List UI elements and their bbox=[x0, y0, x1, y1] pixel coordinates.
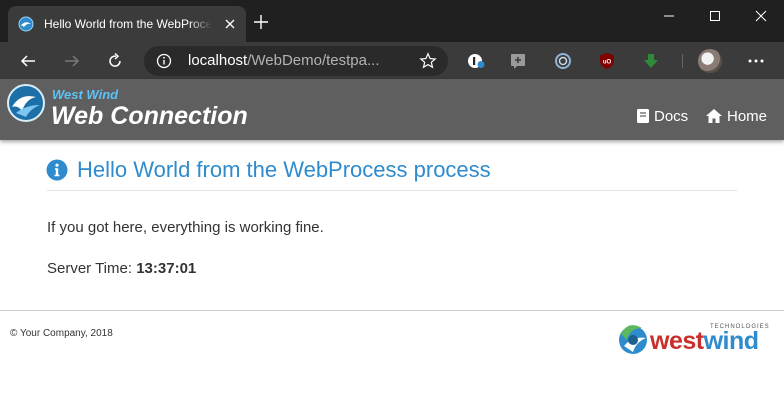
server-time-label: Server Time: bbox=[47, 260, 133, 277]
status-message: If you got here, everything is working f… bbox=[47, 219, 324, 236]
west-wind-footer-logo[interactable]: westwind TECHNOLOGIES bbox=[616, 320, 774, 358]
heading-divider bbox=[47, 190, 737, 191]
nav-docs-label: Docs bbox=[654, 107, 689, 125]
more-dots-icon bbox=[748, 59, 764, 63]
footer-logo-wordmark: westwind bbox=[650, 326, 759, 356]
close-tab-icon[interactable] bbox=[222, 16, 238, 32]
note-extension[interactable] bbox=[508, 51, 528, 71]
download-arrow-icon bbox=[644, 54, 658, 68]
tab-title: Hello World from the WebProcess process bbox=[44, 17, 212, 31]
lastpass-extension[interactable] bbox=[466, 51, 486, 71]
footer-copyright: © Your Company, 2018 bbox=[10, 328, 113, 339]
svg-text:uO: uO bbox=[603, 60, 612, 66]
browser-toolbar: localhost/WebDemo/testpa... uO bbox=[0, 42, 784, 79]
info-circle-icon bbox=[46, 159, 68, 181]
ublock-icon: uO bbox=[600, 53, 614, 69]
refresh-icon bbox=[109, 52, 121, 67]
back-arrow-icon bbox=[20, 55, 35, 67]
forward-arrow-icon bbox=[65, 55, 80, 67]
minimize-button[interactable] bbox=[646, 0, 692, 32]
circle-extension-icon bbox=[555, 53, 571, 69]
footer-logo-west: west bbox=[650, 327, 704, 355]
book-icon bbox=[637, 109, 649, 123]
close-icon bbox=[755, 10, 767, 22]
page-title: Hello World from the WebProcess process bbox=[77, 157, 491, 182]
address-bar[interactable]: localhost/WebDemo/testpa... bbox=[144, 46, 448, 76]
server-time-line: Server Time: 13:37:01 bbox=[47, 260, 196, 278]
server-time-value: 13:37:01 bbox=[136, 260, 197, 277]
nav-docs-link[interactable]: Docs bbox=[636, 107, 688, 125]
home-icon bbox=[706, 109, 722, 123]
minimize-icon bbox=[664, 15, 674, 17]
address-host: localhost bbox=[188, 52, 248, 69]
west-wind-globe-logo-icon[interactable] bbox=[6, 83, 46, 123]
west-wind-favicon-icon bbox=[18, 16, 34, 32]
toolbar-separator bbox=[682, 54, 683, 68]
lastpass-icon bbox=[468, 54, 485, 68]
close-window-button[interactable] bbox=[738, 0, 784, 32]
footer-logo-wind: wind bbox=[703, 327, 759, 355]
brand-title[interactable]: Web Connection bbox=[51, 101, 248, 131]
site-header: West Wind Web Connection Docs Home bbox=[0, 79, 784, 140]
west-wind-swirl-logo-icon bbox=[619, 325, 647, 354]
ublock-extension[interactable]: uO bbox=[597, 51, 617, 71]
maximize-icon bbox=[710, 11, 720, 21]
browser-titlebar: Hello World from the WebProcess process bbox=[0, 0, 784, 42]
site-info-icon[interactable] bbox=[156, 53, 172, 69]
refresh-button[interactable] bbox=[101, 47, 129, 75]
sticky-note-icon bbox=[511, 54, 525, 69]
forward-button[interactable] bbox=[58, 47, 86, 75]
circle-extension[interactable] bbox=[553, 51, 573, 71]
favorite-star-icon[interactable] bbox=[419, 52, 437, 70]
browser-tab[interactable]: Hello World from the WebProcess process bbox=[8, 6, 246, 42]
maximize-button[interactable] bbox=[692, 0, 738, 32]
brand-subtitle[interactable]: West Wind bbox=[52, 87, 118, 102]
page-heading: Hello World from the WebProcess process bbox=[46, 156, 491, 184]
address-url[interactable]: localhost/WebDemo/testpa... bbox=[188, 52, 408, 70]
new-tab-icon[interactable] bbox=[252, 13, 270, 31]
address-path: /WebDemo/testpa... bbox=[247, 52, 380, 69]
footer-divider bbox=[0, 310, 784, 311]
footer-logo-tagline: TECHNOLOGIES bbox=[710, 324, 770, 330]
settings-menu-button[interactable] bbox=[746, 51, 766, 71]
download-extension[interactable] bbox=[641, 51, 661, 71]
nav-home-label: Home bbox=[727, 107, 768, 125]
nav-home-link[interactable]: Home bbox=[705, 107, 767, 125]
back-button[interactable] bbox=[14, 47, 42, 75]
profile-avatar[interactable] bbox=[698, 49, 722, 73]
